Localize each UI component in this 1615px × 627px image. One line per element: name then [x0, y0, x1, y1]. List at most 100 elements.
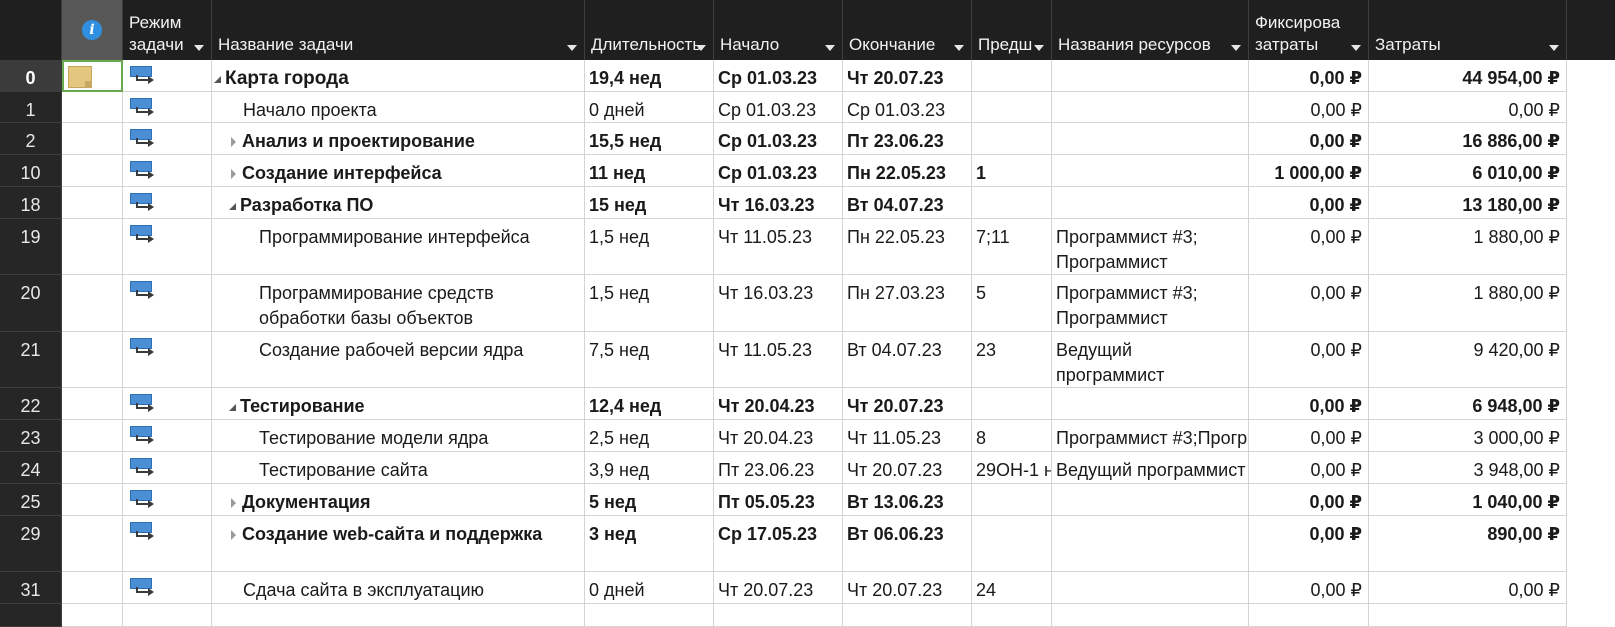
empty-row[interactable]	[0, 604, 1615, 627]
start-cell[interactable]: Пт 05.05.23	[714, 484, 843, 516]
task-mode-cell[interactable]	[123, 420, 212, 452]
start-cell[interactable]: Ср 01.03.23	[714, 60, 843, 92]
duration-cell[interactable]: 0 дней	[585, 572, 714, 604]
start-cell[interactable]: Ср 17.05.23	[714, 516, 843, 572]
finish-cell[interactable]: Вт 13.06.23	[843, 484, 972, 516]
resources-cell[interactable]: Программист #3;Программист	[1052, 420, 1249, 452]
task-mode-cell[interactable]	[123, 516, 212, 572]
table-row[interactable]: 29 Создание web-сайта и поддержка 3 нед …	[0, 516, 1615, 572]
table-row[interactable]: 18 Разработка ПО 15 нед Чт 16.03.23 Вт 0…	[0, 187, 1615, 219]
task-name-cell[interactable]: Создание интерфейса	[212, 155, 585, 187]
resources-cell[interactable]	[1052, 92, 1249, 123]
indicator-cell[interactable]	[62, 219, 123, 275]
task-mode-cell[interactable]	[123, 219, 212, 275]
predecessors-cell[interactable]	[972, 187, 1052, 219]
resources-cell[interactable]	[1052, 516, 1249, 572]
resources-cell[interactable]: Ведущий программист	[1052, 332, 1249, 388]
fixed-cost-cell[interactable]: 0,00 ₽	[1249, 420, 1369, 452]
task-name-cell[interactable]: Сдача сайта в эксплуатацию	[212, 572, 585, 604]
resources-cell[interactable]: Программист #3; Программист #4;Программи…	[1052, 219, 1249, 275]
duration-cell[interactable]: 0 дней	[585, 92, 714, 123]
row-number[interactable]: 22	[0, 388, 62, 420]
fixed-cost-cell[interactable]: 0,00 ₽	[1249, 123, 1369, 155]
finish-cell[interactable]: Вт 04.07.23	[843, 187, 972, 219]
duration-cell[interactable]: 2,5 нед	[585, 420, 714, 452]
row-number[interactable]: 24	[0, 452, 62, 484]
indicator-cell[interactable]	[62, 484, 123, 516]
duration-cell[interactable]: 1,5 нед	[585, 219, 714, 275]
fixed-cost-cell[interactable]: 0,00 ₽	[1249, 275, 1369, 332]
table-row[interactable]: 31 Сдача сайта в эксплуатацию 0 дней Чт …	[0, 572, 1615, 604]
finish-cell[interactable]: Ср 01.03.23	[843, 92, 972, 123]
start-cell[interactable]: Пт 23.06.23	[714, 452, 843, 484]
column-header-finish[interactable]: Окончание	[843, 0, 972, 60]
finish-cell[interactable]: Чт 20.07.23	[843, 388, 972, 420]
cost-cell[interactable]: 16 886,00 ₽	[1369, 123, 1567, 155]
row-number[interactable]: 18	[0, 187, 62, 219]
finish-cell[interactable]: Вт 04.07.23	[843, 332, 972, 388]
indicator-cell[interactable]	[62, 572, 123, 604]
finish-cell[interactable]: Пн 27.03.23	[843, 275, 972, 332]
row-number[interactable]	[0, 604, 62, 627]
task-name-cell[interactable]: Разработка ПО	[212, 187, 585, 219]
note-icon[interactable]	[68, 66, 92, 88]
column-header-duration[interactable]: Длительность	[585, 0, 714, 60]
column-header-mode[interactable]: Режим задачи	[123, 0, 212, 60]
task-name-cell[interactable]: Тестирование сайта	[212, 452, 585, 484]
predecessors-cell[interactable]	[972, 516, 1052, 572]
resources-cell[interactable]	[1052, 388, 1249, 420]
column-header-cost[interactable]: Затраты	[1369, 0, 1567, 60]
column-header-indicators[interactable]: i	[62, 0, 123, 60]
column-header-fixed-cost[interactable]: Фиксирова затраты	[1249, 0, 1369, 60]
row-number[interactable]: 0	[0, 60, 62, 92]
chevron-down-icon[interactable]	[1549, 45, 1559, 51]
indicator-cell[interactable]	[62, 388, 123, 420]
start-cell[interactable]: Ср 01.03.23	[714, 155, 843, 187]
duration-cell[interactable]: 3,9 нед	[585, 452, 714, 484]
task-mode-cell[interactable]	[123, 484, 212, 516]
row-number[interactable]: 29	[0, 516, 62, 572]
expand-triangle-icon[interactable]	[231, 498, 236, 508]
chevron-down-icon[interactable]	[825, 45, 835, 51]
predecessors-cell[interactable]	[972, 92, 1052, 123]
task-name-cell[interactable]: Программирование интерфейса	[212, 219, 585, 275]
task-name-cell[interactable]: Тестирование модели ядра	[212, 420, 585, 452]
chevron-down-icon[interactable]	[1231, 45, 1241, 51]
column-header-resources[interactable]: Названия ресурсов	[1052, 0, 1249, 60]
fixed-cost-cell[interactable]: 0,00 ₽	[1249, 219, 1369, 275]
collapse-triangle-icon[interactable]	[229, 203, 236, 210]
start-cell[interactable]	[714, 604, 843, 627]
task-mode-cell[interactable]	[123, 60, 212, 92]
resources-cell[interactable]	[1052, 123, 1249, 155]
row-number[interactable]: 25	[0, 484, 62, 516]
task-mode-cell[interactable]	[123, 332, 212, 388]
duration-cell[interactable]: 7,5 нед	[585, 332, 714, 388]
collapse-triangle-icon[interactable]	[229, 404, 236, 411]
fixed-cost-cell[interactable]: 0,00 ₽	[1249, 484, 1369, 516]
resources-cell[interactable]	[1052, 604, 1249, 627]
finish-cell[interactable]	[843, 604, 972, 627]
table-row[interactable]: 1 Начало проекта 0 дней Ср 01.03.23 Ср 0…	[0, 92, 1615, 123]
task-name-cell[interactable]: Начало проекта	[212, 92, 585, 123]
task-name-cell[interactable]	[212, 604, 585, 627]
predecessors-cell[interactable]: 29ОН-1 нед	[972, 452, 1052, 484]
start-cell[interactable]: Чт 20.04.23	[714, 388, 843, 420]
cost-cell[interactable]	[1369, 604, 1567, 627]
table-row[interactable]: 24 Тестирование сайта 3,9 нед Пт 23.06.2…	[0, 452, 1615, 484]
expand-triangle-icon[interactable]	[231, 169, 236, 179]
indicator-cell[interactable]	[62, 187, 123, 219]
fixed-cost-cell[interactable]: 0,00 ₽	[1249, 452, 1369, 484]
cost-cell[interactable]: 6 948,00 ₽	[1369, 388, 1567, 420]
task-mode-cell[interactable]	[123, 452, 212, 484]
resources-cell[interactable]	[1052, 187, 1249, 219]
predecessors-cell[interactable]: 8	[972, 420, 1052, 452]
predecessors-cell[interactable]	[972, 60, 1052, 92]
row-number[interactable]: 1	[0, 92, 62, 123]
start-cell[interactable]: Ср 01.03.23	[714, 92, 843, 123]
chevron-down-icon[interactable]	[194, 45, 204, 51]
finish-cell[interactable]: Пт 23.06.23	[843, 123, 972, 155]
fixed-cost-cell[interactable]: 0,00 ₽	[1249, 516, 1369, 572]
predecessors-cell[interactable]	[972, 604, 1052, 627]
start-cell[interactable]: Чт 20.07.23	[714, 572, 843, 604]
table-row[interactable]: 10 Создание интерфейса 11 нед Ср 01.03.2…	[0, 155, 1615, 187]
